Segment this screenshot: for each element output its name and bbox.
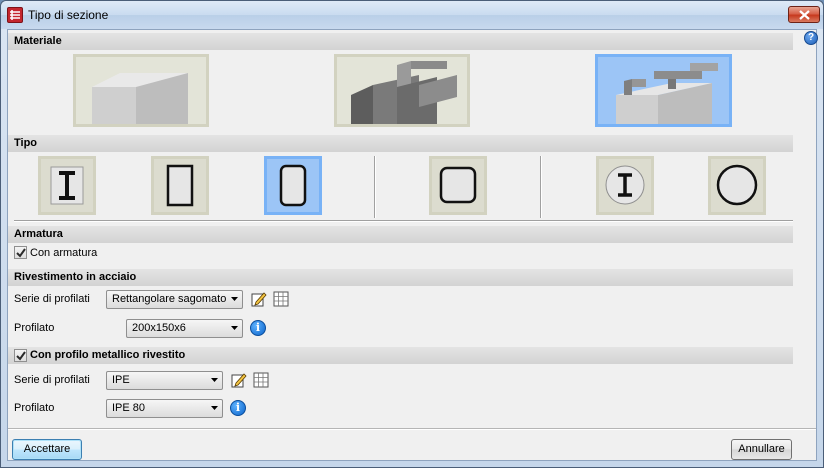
rounded-square-section-icon — [432, 159, 484, 212]
profilo-series-label: Serie di profilati — [14, 374, 90, 386]
tipo-separator-2 — [540, 156, 542, 218]
concrete-block-icon — [76, 57, 206, 124]
tipo-tile-rounded-rectangular[interactable] — [264, 156, 322, 215]
accept-button[interactable]: Accettare — [12, 439, 82, 460]
profilo-profile-label: Profilato — [14, 402, 55, 414]
profilo-series-select[interactable]: IPE — [106, 371, 223, 390]
tipo-tile-rectangular[interactable] — [151, 156, 209, 215]
tipo-separator-1 — [374, 156, 376, 218]
rivestimento-profile-select[interactable]: 200x150x6 — [126, 319, 243, 338]
checkmark-icon — [16, 351, 26, 361]
section-header-materiale: Materiale — [8, 33, 793, 50]
encased-i-beam-icon — [41, 159, 93, 212]
app-icon — [7, 7, 23, 23]
chevron-down-icon — [211, 378, 218, 382]
dialog-content: ? Materiale Tipo Armatura Con armatura R… — [7, 29, 818, 461]
circular-section-icon — [711, 159, 763, 212]
close-icon — [799, 10, 810, 20]
profilo-series-value: IPE — [112, 374, 130, 386]
section-header-profilo-metallico: Con profilo metallico rivestito — [8, 347, 793, 364]
profilo-profile-select[interactable]: IPE 80 — [106, 399, 223, 418]
material-tile-concrete[interactable] — [73, 54, 209, 127]
rivestimento-profile-value: 200x150x6 — [132, 322, 186, 334]
cancel-button[interactable]: Annullare — [731, 439, 792, 460]
profilo-profile-value: IPE 80 — [112, 402, 146, 414]
chevron-down-icon — [211, 406, 218, 410]
con-armatura-label[interactable]: Con armatura — [30, 247, 97, 259]
tipo-tile-rounded-square[interactable] — [429, 156, 487, 215]
rivestimento-series-value: Rettangolare sagomato — [112, 293, 227, 305]
section-header-armatura: Armatura — [8, 226, 793, 243]
con-armatura-checkbox[interactable] — [14, 246, 27, 259]
rivestimento-series-select[interactable]: Rettangolare sagomato — [106, 290, 243, 309]
info-icon[interactable]: i — [250, 320, 266, 336]
rivestimento-profile-label: Profilato — [14, 322, 55, 334]
tipo-tile-circular[interactable] — [708, 156, 766, 215]
section-header-rivestimento: Rivestimento in acciaio — [8, 269, 793, 286]
con-profilo-metallico-checkbox[interactable] — [14, 349, 27, 362]
dialog-window: Tipo di sezione ? Materiale Tipo Armatur… — [0, 0, 824, 468]
footer-separator — [8, 428, 816, 430]
info-icon[interactable]: i — [230, 400, 246, 416]
rectangular-section-icon — [154, 159, 206, 212]
title-bar[interactable]: Tipo di sezione — [1, 1, 823, 29]
tipo-bottom-separator — [14, 220, 793, 222]
table-grid-icon[interactable] — [273, 291, 289, 307]
steel-section-icon — [337, 57, 467, 124]
chevron-down-icon — [231, 326, 238, 330]
window-title: Tipo di sezione — [28, 8, 109, 22]
rounded-rectangular-section-icon — [267, 159, 319, 212]
edit-pencil-icon[interactable] — [231, 372, 247, 388]
close-button[interactable] — [788, 6, 820, 23]
material-tile-composite[interactable] — [595, 54, 732, 127]
checkmark-icon — [16, 248, 26, 258]
help-icon[interactable]: ? — [804, 31, 818, 45]
rivestimento-series-label: Serie di profilati — [14, 293, 90, 305]
chevron-down-icon — [231, 297, 238, 301]
circular-encased-i-beam-icon — [599, 159, 651, 212]
composite-section-icon — [598, 57, 729, 124]
edit-pencil-icon[interactable] — [251, 291, 267, 307]
material-tile-steel[interactable] — [334, 54, 470, 127]
section-header-tipo: Tipo — [8, 135, 793, 152]
tipo-tile-circular-encased-i[interactable] — [596, 156, 654, 215]
table-grid-icon[interactable] — [253, 372, 269, 388]
tipo-tile-encased-i[interactable] — [38, 156, 96, 215]
